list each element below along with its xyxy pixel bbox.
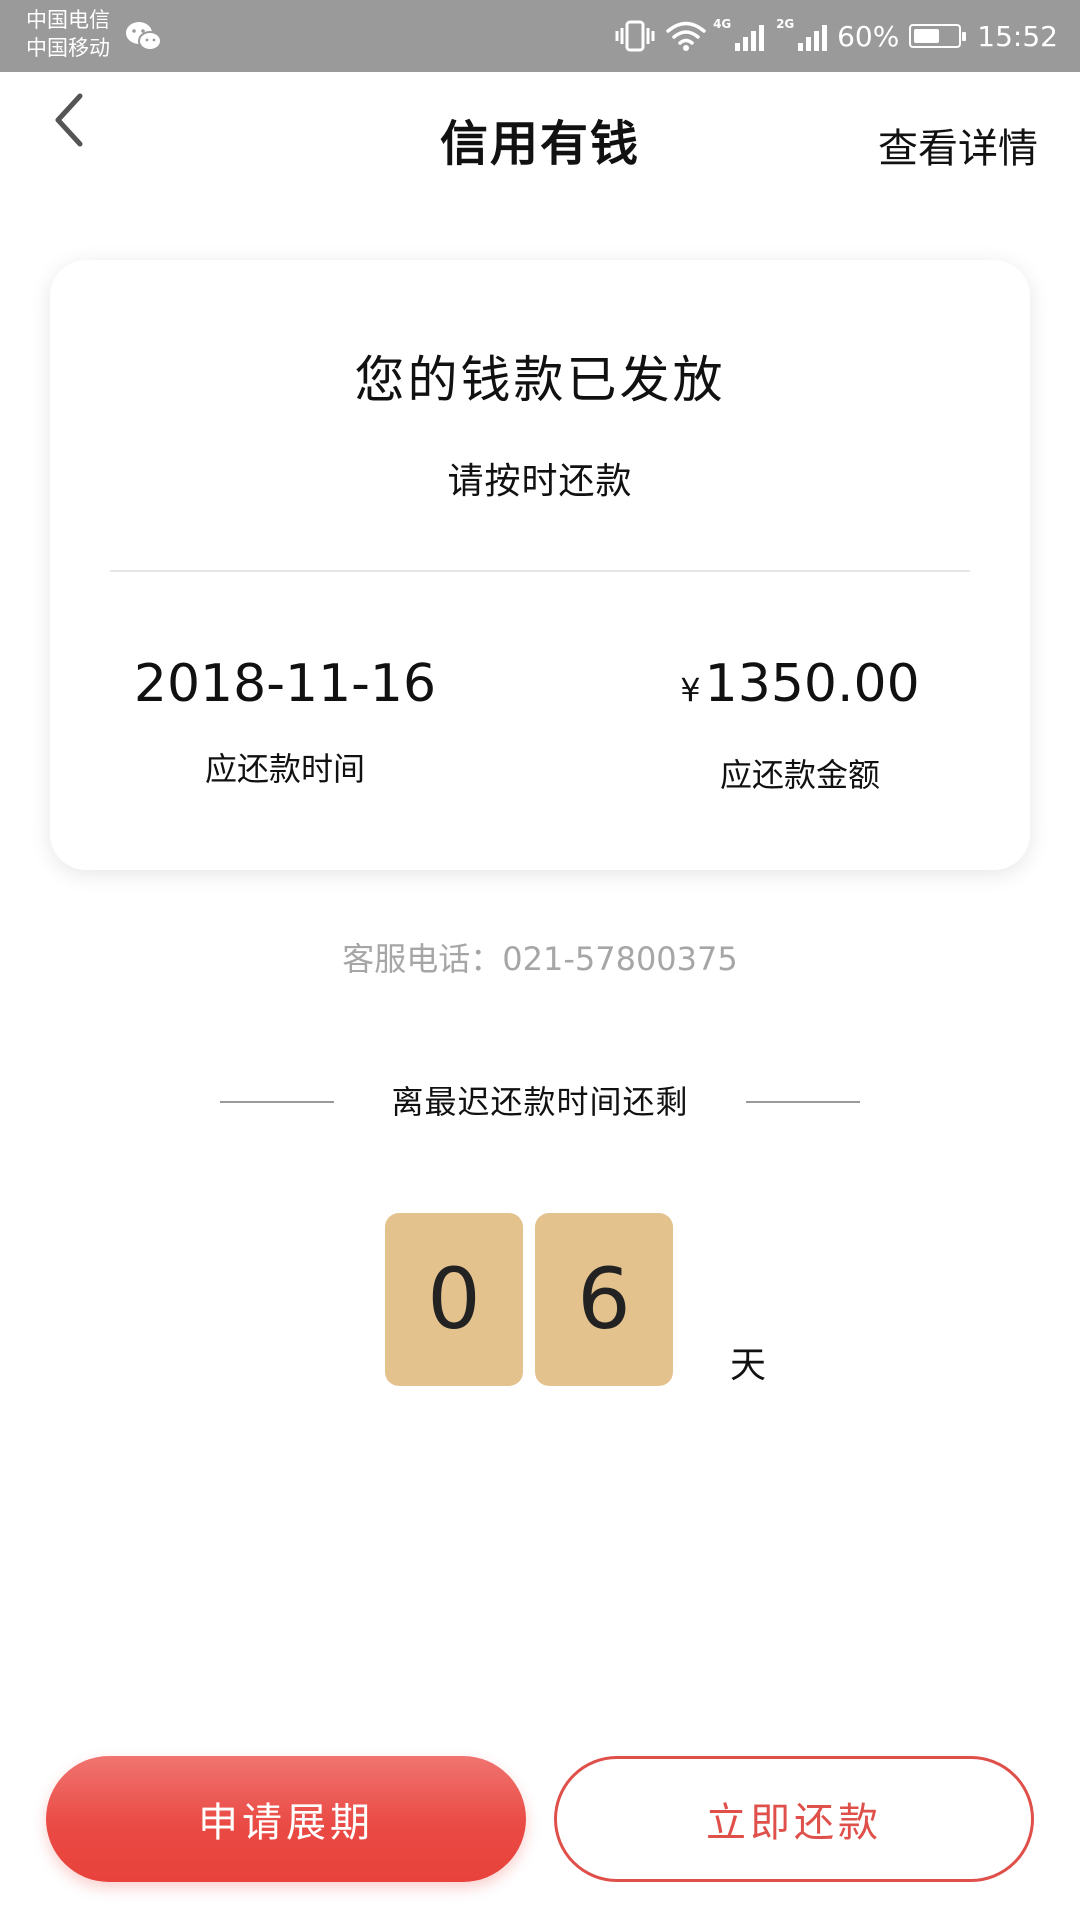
countdown-unit: 天 xyxy=(730,1345,767,1386)
carrier-1: 中国电信 xyxy=(26,8,110,32)
network-type-2: 2G xyxy=(776,17,795,31)
amount-label: 应还款金额 xyxy=(719,756,880,794)
battery-icon xyxy=(909,24,967,48)
repay-now-button[interactable]: 立即还款 xyxy=(554,1756,1034,1882)
carrier-2: 中国移动 xyxy=(26,36,110,60)
carrier-info: 中国电信 中国移动 xyxy=(26,6,110,62)
due-date-block: 2018-11-16 应还款时间 xyxy=(75,652,495,790)
card-subtitle: 请按时还款 xyxy=(447,461,633,502)
due-date-label: 应还款时间 xyxy=(204,750,365,788)
service-phone[interactable]: 客服电话：021-57800375 xyxy=(0,934,1080,980)
battery-fill xyxy=(914,29,940,43)
wifi-icon xyxy=(666,21,706,51)
signal-icon-2: 2G xyxy=(776,17,828,51)
status-bar: 中国电信 中国移动 4G 2G 60% 15:52 xyxy=(0,0,1080,72)
countdown-heading: 离最迟还款时间还剩 xyxy=(0,1080,1080,1124)
amount-value-row: ¥1350.00 xyxy=(590,652,1010,722)
currency-symbol: ¥ xyxy=(680,671,701,709)
clock: 15:52 xyxy=(977,19,1058,53)
view-details-link[interactable]: 查看详情 xyxy=(878,116,1038,174)
loan-card: 您的钱款已发放 请按时还款 2018-11-16 应还款时间 ¥1350.00 … xyxy=(50,260,1030,870)
header: 信用有钱 查看详情 xyxy=(0,72,1080,192)
battery-percent: 60% xyxy=(837,19,900,53)
status-indicators: 4G 2G 60% 15:52 xyxy=(615,0,1058,72)
vibrate-icon xyxy=(615,20,655,52)
amount-value: 1350.00 xyxy=(704,654,920,714)
apply-extension-button[interactable]: 申请展期 xyxy=(46,1756,526,1882)
countdown-heading-text: 离最迟还款时间还剩 xyxy=(391,1083,689,1121)
amount-block: ¥1350.00 应还款金额 xyxy=(590,652,1010,796)
apply-extension-label: 申请展期 xyxy=(198,1800,374,1846)
countdown-digit-1: 0 xyxy=(385,1213,523,1386)
network-type-1: 4G xyxy=(713,17,732,31)
wechat-icon xyxy=(126,22,162,51)
due-date-value: 2018-11-16 xyxy=(133,654,437,714)
signal-icon-1: 4G xyxy=(713,17,765,51)
countdown-digit-2: 6 xyxy=(535,1213,673,1386)
repay-now-label: 立即还款 xyxy=(706,1800,882,1846)
card-divider xyxy=(110,570,970,572)
heading-line-right xyxy=(746,1101,860,1103)
card-title: 您的钱款已发放 xyxy=(354,351,726,409)
